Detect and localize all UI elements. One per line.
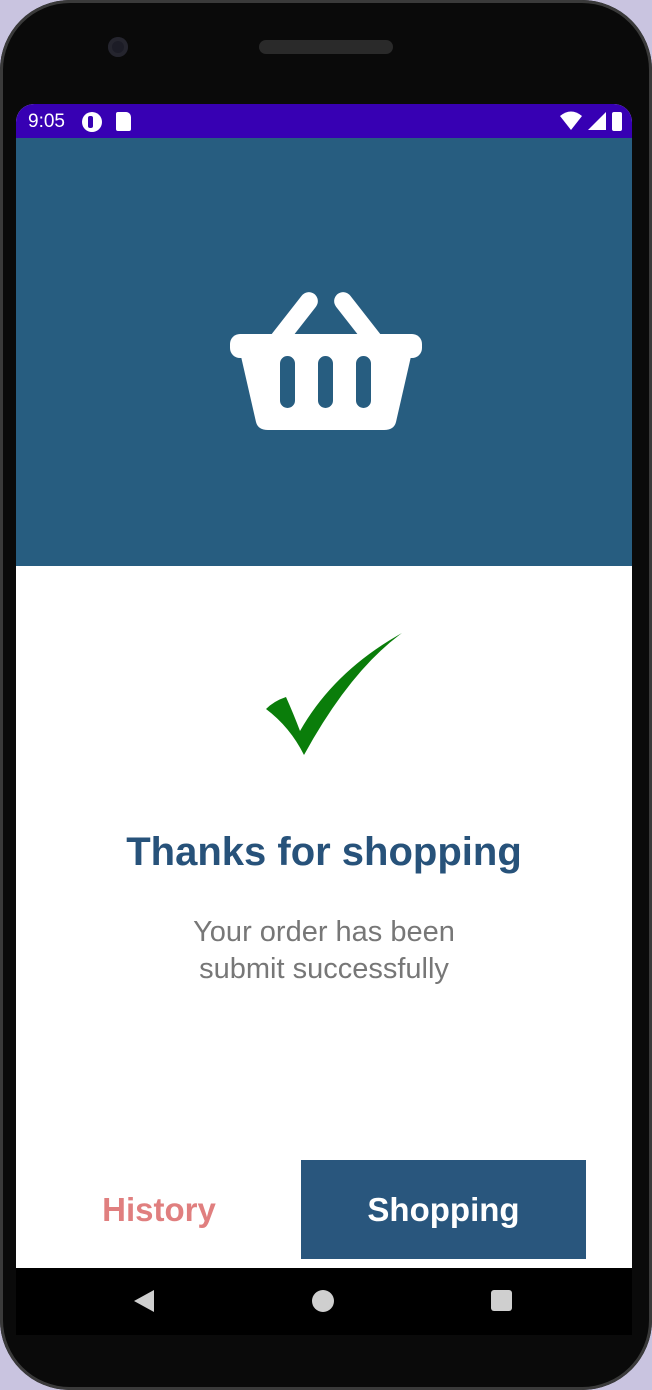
checkmark-icon: [266, 633, 402, 755]
shopping-basket-icon: [230, 292, 422, 430]
recents-icon[interactable]: [491, 1290, 512, 1311]
shopping-button[interactable]: Shopping: [301, 1160, 586, 1259]
message-line-2: submit successfully: [199, 953, 449, 985]
battery-icon: [612, 111, 622, 131]
status-bar: 9:05: [16, 104, 632, 138]
confirmation-title: Thanks for shopping: [126, 830, 522, 874]
phone-frame: 9:05 Thanks for shopping Your order has …: [0, 0, 652, 1390]
navigation-bar: [16, 1268, 632, 1335]
wifi-icon: [560, 111, 582, 130]
status-time: 9:05: [28, 111, 65, 132]
message-line-1: Your order has been: [193, 916, 455, 948]
app-screen: 9:05 Thanks for shopping Your order has …: [16, 104, 632, 1335]
confirmation-message: Your order has been submit successfully: [16, 914, 632, 988]
sd-card-icon: [116, 112, 131, 131]
hero-banner: [16, 138, 632, 566]
status-right-icons: [560, 111, 622, 131]
home-icon[interactable]: [312, 1290, 334, 1312]
front-camera: [108, 37, 128, 57]
back-icon[interactable]: [134, 1290, 154, 1312]
earpiece-speaker: [259, 40, 393, 54]
app-notification-icon: [82, 112, 102, 132]
signal-icon: [588, 112, 606, 130]
history-button[interactable]: History: [44, 1160, 274, 1259]
